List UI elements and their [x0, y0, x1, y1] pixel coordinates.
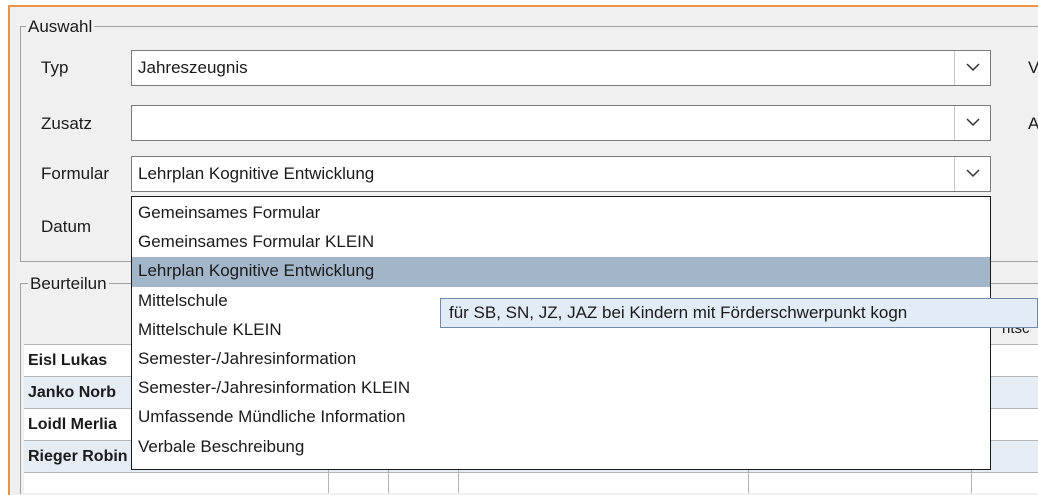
chevron-down-icon: [966, 118, 980, 127]
grid-divider: [388, 470, 389, 493]
formular-label: Formular: [41, 164, 110, 183]
chevron-down-icon: [966, 169, 980, 178]
tooltip: für SB, SN, JZ, JAZ bei Kindern mit Förd…: [440, 298, 1038, 328]
dropdown-option[interactable]: Gemeinsames Formular: [132, 199, 990, 228]
student-name: Rieger Robin: [28, 448, 128, 465]
typ-right-label: V: [1028, 58, 1038, 77]
grid-divider: [458, 470, 459, 493]
typ-value: Jahreszeugnis: [138, 58, 248, 77]
dropdown-option-selected[interactable]: Lehrplan Kognitive Entwicklung: [132, 257, 990, 287]
datum-label: Datum: [41, 217, 92, 236]
typ-dropdown-button[interactable]: [954, 51, 990, 85]
grid-divider: [328, 470, 329, 493]
dropdown-option[interactable]: Semester-/Jahresinformation KLEIN: [132, 374, 990, 403]
zusatz-label: Zusatz: [41, 114, 93, 133]
student-name: Janko Norb: [28, 384, 117, 401]
auswahl-legend: Auswahl: [26, 17, 95, 37]
student-row[interactable]: [24, 472, 1038, 493]
zusatz-right-label: A: [1028, 114, 1038, 133]
beurteilung-legend: Beurteilun: [28, 274, 109, 294]
zusatz-combobox[interactable]: [131, 105, 991, 141]
grid-divider: [748, 470, 749, 493]
dropdown-option[interactable]: Umfassende Mündliche Information: [132, 403, 990, 432]
typ-label: Typ: [41, 58, 69, 77]
formular-combobox[interactable]: Lehrplan Kognitive Entwicklung: [131, 156, 991, 192]
student-name: Loidl Merlia: [28, 416, 117, 433]
student-name: Eisl Lukas: [28, 352, 108, 369]
dropdown-option[interactable]: Gemeinsames Formular KLEIN: [132, 228, 990, 257]
dropdown-option[interactable]: Semester-/Jahresinformation: [132, 345, 990, 374]
zusatz-dropdown-button[interactable]: [954, 106, 990, 140]
dropdown-option[interactable]: Verbale Beschreibung: [132, 433, 990, 462]
formular-dropdown-list[interactable]: Gemeinsames Formular Gemeinsames Formula…: [131, 196, 991, 470]
formular-value: Lehrplan Kognitive Entwicklung: [138, 164, 375, 183]
chevron-down-icon: [966, 63, 980, 72]
formular-dropdown-button[interactable]: [954, 157, 990, 191]
typ-combobox[interactable]: Jahreszeugnis: [131, 50, 991, 86]
